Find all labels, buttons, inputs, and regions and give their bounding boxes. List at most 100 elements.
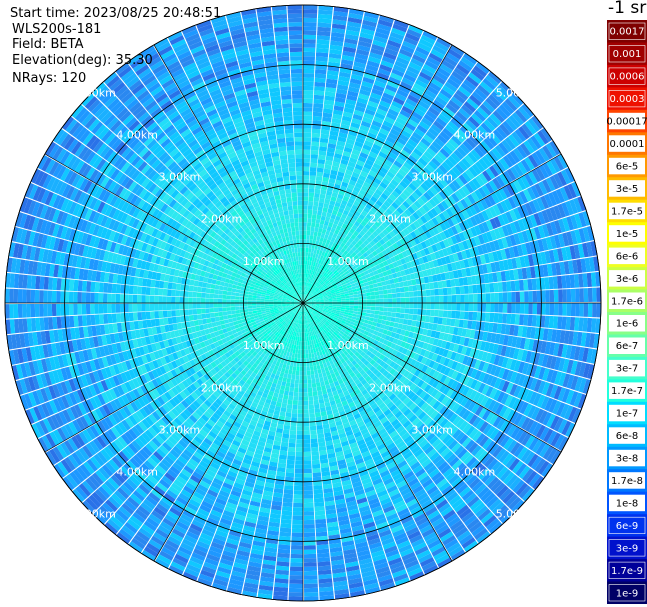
ppi-cell: [307, 345, 311, 350]
ppi-cell: [286, 378, 291, 383]
ppi-cell: [353, 305, 359, 309]
ppi-cell: [354, 303, 359, 306]
ppi-cell: [308, 396, 314, 401]
ppi-cell: [64, 291, 70, 303]
ppi-cell: [434, 303, 440, 310]
ppi-cell: [422, 303, 427, 309]
ppi-cell: [166, 303, 172, 311]
ppi-cell: [98, 282, 104, 293]
ppi-cell: [303, 494, 314, 499]
ppi-cell: [218, 311, 224, 317]
ppi-cell: [315, 531, 328, 537]
ppi-cell: [290, 378, 295, 384]
ppi-cell: [314, 502, 325, 507]
ppi-cell: [273, 304, 278, 307]
ppi-cell: [294, 477, 303, 482]
ppi-cell: [205, 313, 211, 319]
ppi-cell: [303, 354, 306, 359]
ppi-cell: [154, 303, 159, 311]
ppi-cell: [451, 303, 457, 311]
ppi-cell: [311, 382, 317, 388]
ppi-cell: [264, 299, 270, 302]
ppi-cell: [298, 392, 303, 397]
ppi-cell: [163, 317, 169, 325]
ppi-cell: [303, 417, 310, 423]
ppi-cell: [304, 592, 319, 597]
ppi-cell: [162, 288, 168, 296]
ppi-cell: [179, 303, 184, 310]
ppi-cell: [297, 358, 301, 363]
ppi-cell: [176, 283, 181, 291]
ppi-cell: [283, 425, 291, 430]
ppi-cell: [291, 413, 298, 418]
ppi-cell: [307, 383, 312, 388]
ppi-cell: [235, 289, 241, 293]
ppi-cell: [304, 596, 319, 601]
ppi-cell: [94, 292, 99, 303]
ppi-cell: [583, 303, 589, 317]
ppi-cell: [394, 317, 400, 323]
ppi-cell: [312, 463, 321, 469]
ppi-cell: [294, 353, 298, 358]
ppi-cell: [298, 388, 303, 393]
ppi-cell: [256, 305, 261, 308]
ppi-cell: [515, 303, 521, 314]
ppi-cell: [239, 299, 244, 303]
ppi-cell: [349, 307, 354, 311]
ppi-cell: [303, 341, 306, 346]
ppi-cell: [498, 303, 504, 313]
ppi-cell: [141, 295, 146, 303]
ppi-cell: [171, 303, 176, 310]
ppi-cell: [188, 303, 193, 309]
ppi-cell: [387, 307, 393, 312]
ppi-cell: [214, 316, 220, 322]
ppi-cell: [305, 341, 308, 346]
ppi-cell: [296, 430, 303, 435]
ppi-cell: [294, 468, 303, 474]
ppi-cell: [305, 345, 308, 350]
ppi-cell: [404, 308, 410, 314]
ppi-cell: [17, 304, 23, 318]
ppi-cell: [295, 460, 303, 465]
ppi-cell: [303, 447, 311, 452]
ppi-cell: [566, 303, 572, 317]
ppi-cell: [309, 413, 315, 418]
ppi-cell: [293, 490, 303, 495]
ppi-cell: [222, 294, 227, 299]
ppi-cell: [201, 287, 207, 293]
ppi-cell: [197, 314, 203, 320]
ppi-cell: [247, 297, 253, 301]
ppi-cell: [201, 308, 206, 314]
ppi-cell: [404, 313, 409, 320]
ppi-cell: [317, 368, 322, 374]
ppi-cell: [313, 493, 324, 499]
ppi-cell: [298, 383, 303, 389]
ppi-cell: [77, 280, 83, 292]
ppi-cell: [256, 303, 261, 306]
ppi-cell: [256, 307, 261, 311]
ppi-cell: [68, 291, 74, 303]
ppi-cell: [22, 289, 27, 303]
ppi-cell: [282, 502, 293, 508]
ppi-cell: [305, 353, 309, 359]
ppi-cell: [413, 308, 418, 315]
ppi-cell: [383, 303, 389, 308]
ppi-cell: [313, 485, 323, 490]
ppi-cell: [137, 286, 143, 295]
ppi-cell: [205, 288, 211, 294]
ppi-cell: [303, 549, 317, 555]
ppi-cell: [303, 388, 308, 393]
ppi-cell: [531, 315, 537, 327]
ppi-cell: [292, 515, 303, 521]
ppi-cell: [188, 315, 194, 321]
ppi-cell: [303, 400, 309, 406]
ppi-cell: [502, 303, 508, 313]
ppi-cell: [382, 315, 388, 321]
ppi-cell: [497, 313, 503, 324]
ppi-cell: [217, 298, 223, 303]
ppi-cell: [304, 570, 318, 576]
ppi-cell: [159, 318, 165, 326]
ppi-cell: [295, 456, 303, 461]
ppi-cell: [231, 310, 236, 315]
ppi-cell: [192, 297, 197, 303]
